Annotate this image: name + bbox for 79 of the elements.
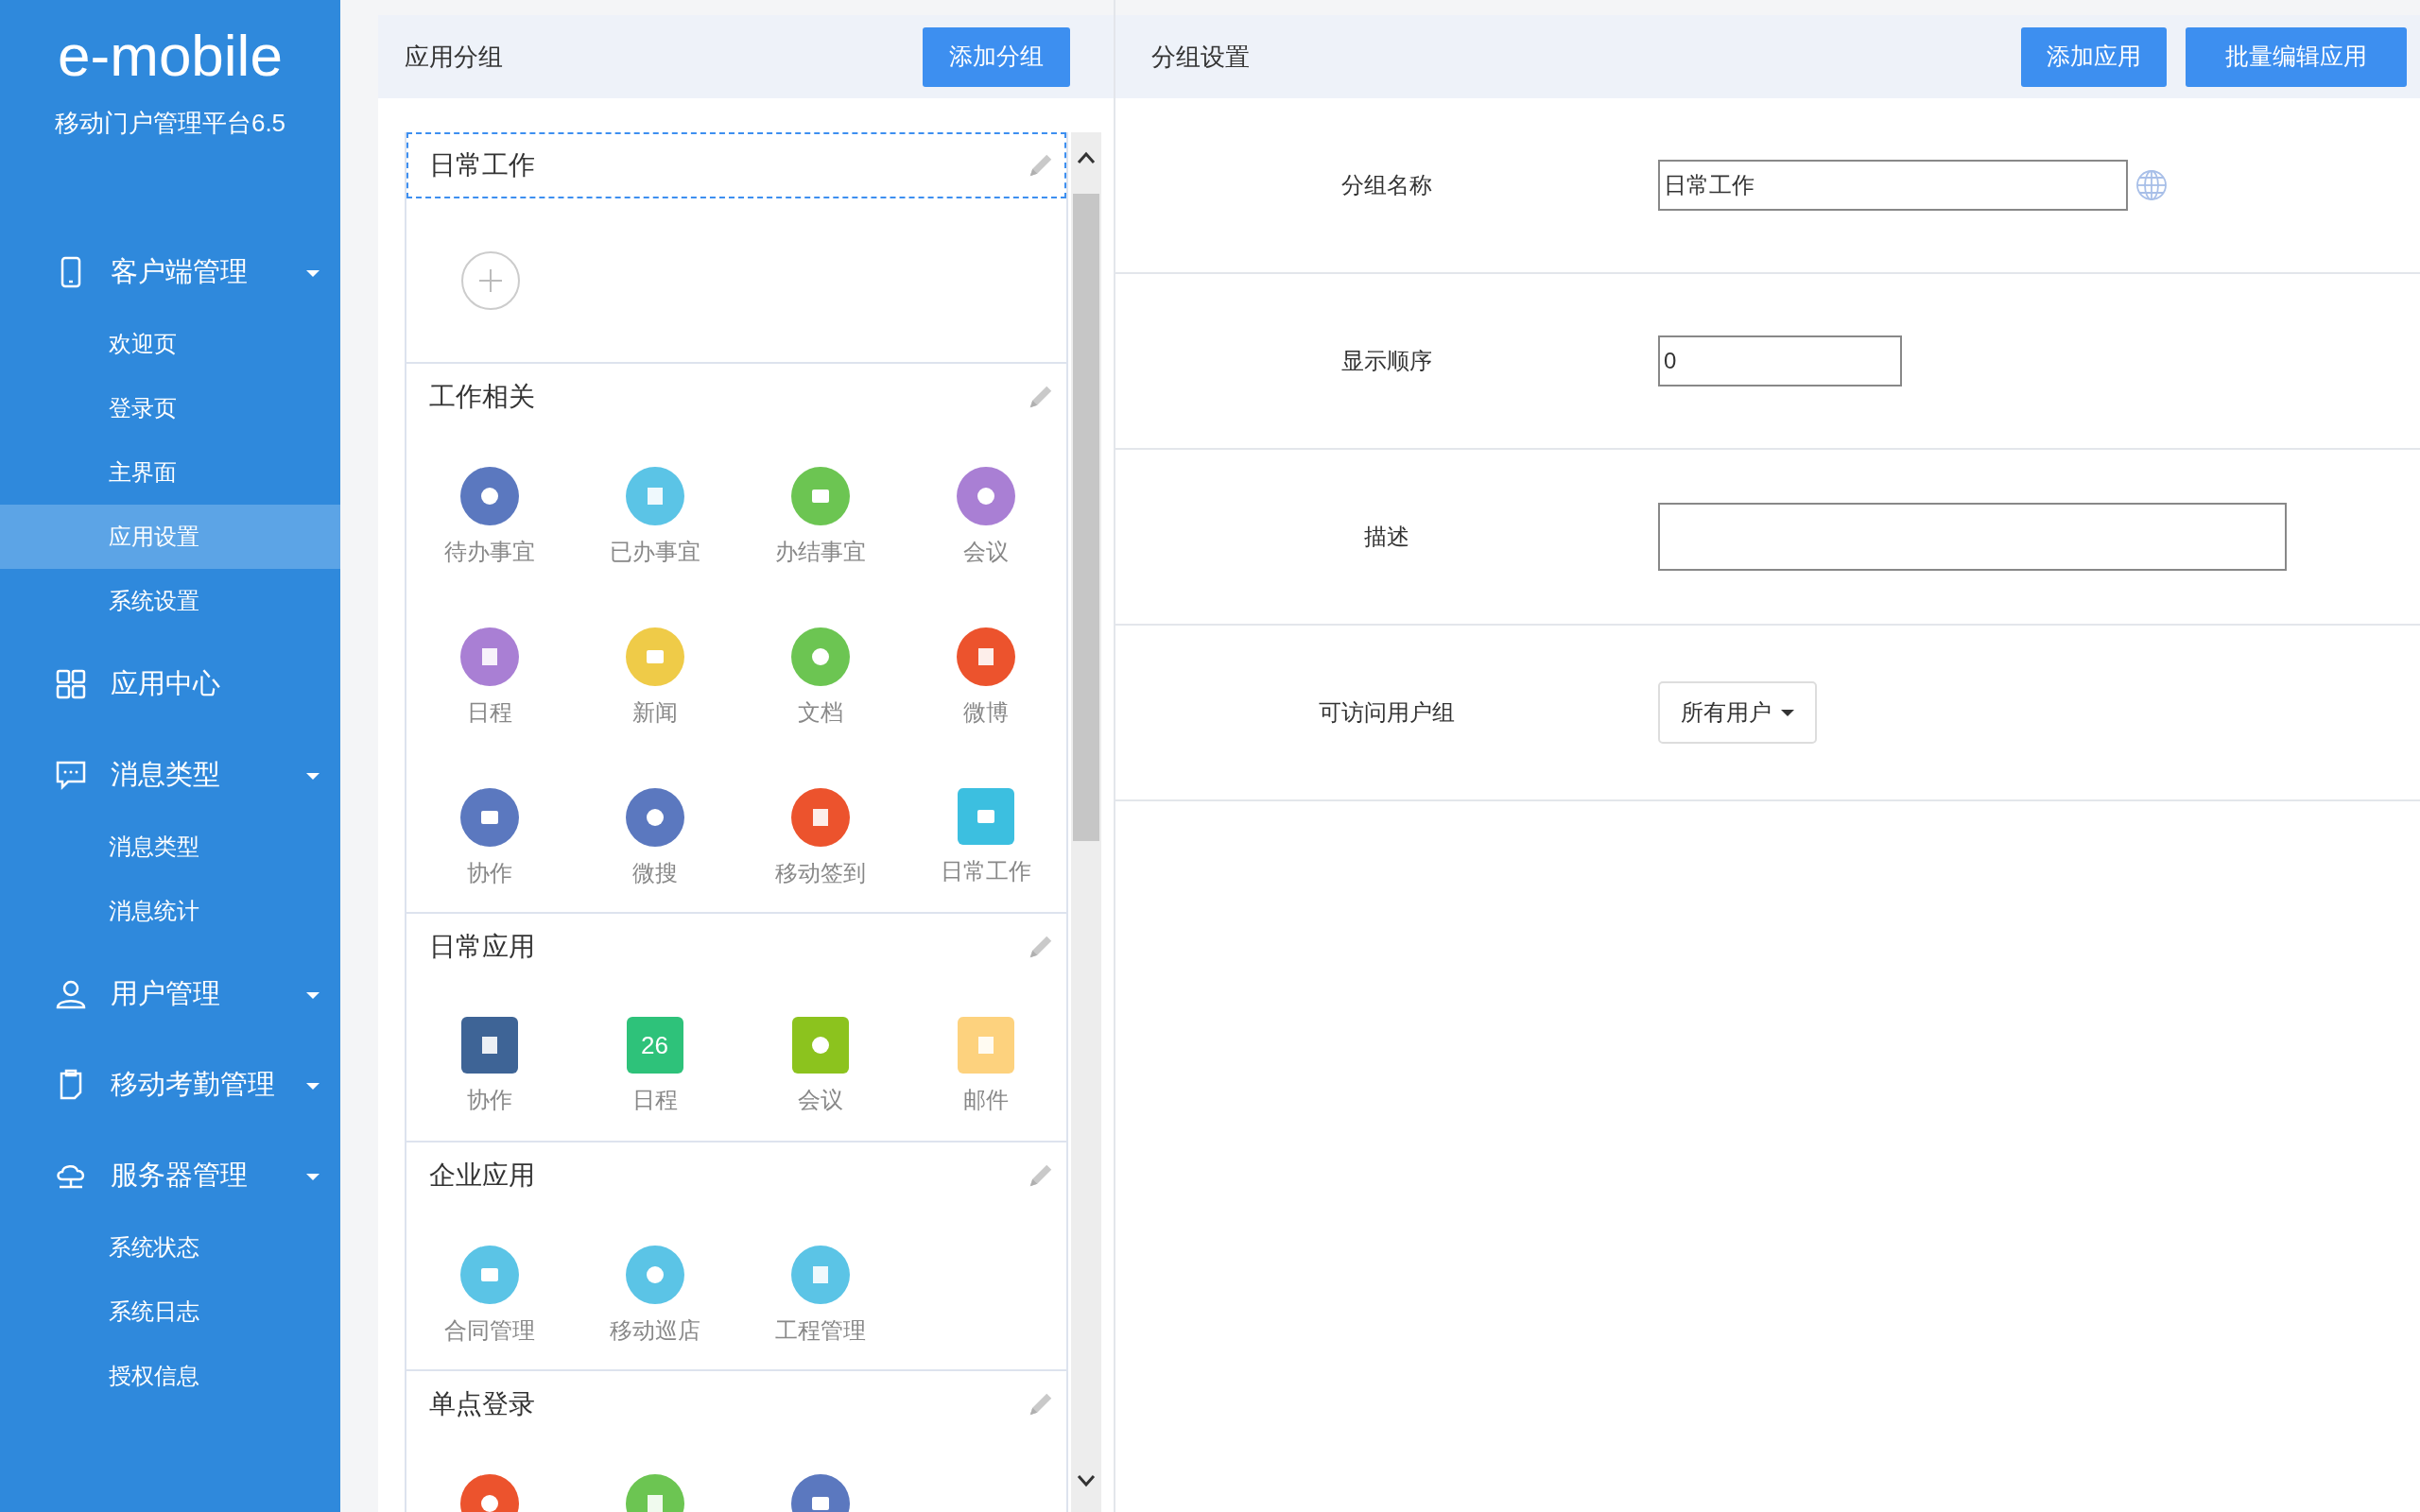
app-label: 会议 — [797, 1086, 843, 1114]
app-label: 协作 — [466, 1086, 512, 1114]
caret-icon — [306, 773, 320, 780]
app-label: 待办事宜 — [443, 538, 535, 566]
sidebar-subitem[interactable]: 授权信息 — [0, 1344, 340, 1408]
caret-icon — [306, 270, 320, 277]
app-label: 会议 — [962, 538, 1009, 566]
input-field[interactable] — [1658, 503, 2287, 571]
app-label: 文档 — [797, 698, 843, 727]
clipboard-icon — [59, 1069, 83, 1101]
app-label: 办结事宜 — [774, 538, 866, 566]
app-label: 合同管理 — [443, 1316, 535, 1345]
app-label: 日常工作 — [940, 857, 1031, 885]
sidebar-item[interactable]: 移动考勤管理 — [0, 1045, 340, 1125]
app-label: 日程 — [466, 698, 512, 727]
sidebar-item[interactable]: 服务器管理 — [0, 1136, 340, 1215]
batch-edit-button[interactable]: 批量编辑应用 — [2186, 26, 2407, 87]
group-header[interactable]: 日常应用 — [406, 914, 1066, 980]
sidebar-subitem[interactable]: 系统日志 — [0, 1280, 340, 1344]
sidebar-subitem[interactable]: 应用设置 — [0, 505, 340, 569]
app-icon[interactable]: 26 — [626, 1017, 683, 1074]
group-header[interactable]: 单点登录 — [406, 1371, 1066, 1437]
group-header[interactable]: 日常工作 — [406, 132, 1066, 198]
app-icon[interactable] — [460, 1017, 518, 1074]
field-label: 描述 — [1364, 523, 1409, 551]
sidebar-subitem[interactable]: 系统设置 — [0, 569, 340, 633]
app-label: 日程 — [631, 1086, 678, 1114]
group-header[interactable]: 工作相关 — [406, 364, 1066, 430]
field-label: 显示顺序 — [1341, 347, 1432, 375]
add-group-button[interactable]: 添加分组 — [923, 26, 1070, 87]
sidebar-item[interactable]: 应用中心 — [0, 644, 340, 724]
sidebar-subitem[interactable]: 消息统计 — [0, 879, 340, 943]
input-field[interactable]: 0 — [1658, 335, 1902, 387]
sidebar-item[interactable]: 用户管理 — [0, 954, 340, 1034]
app-label: 移动签到 — [774, 859, 866, 887]
sidebar-subitem[interactable]: 主界面 — [0, 440, 340, 505]
app-label: 邮件 — [962, 1086, 1009, 1114]
sidebar-item[interactable]: 消息类型 — [0, 735, 340, 815]
sidebar-subitem[interactable]: 欢迎页 — [0, 312, 340, 376]
scroll-down-icon[interactable] — [1077, 1474, 1096, 1487]
app-label: 微搜 — [631, 859, 678, 887]
input-field[interactable]: 日常工作 — [1658, 160, 2128, 211]
panel-title: 应用分组 — [405, 41, 503, 73]
add-app-button[interactable]: 添加应用 — [2021, 26, 2167, 87]
group-title: 日常应用 — [429, 931, 535, 963]
chat-icon — [55, 760, 87, 790]
sidebar-item[interactable]: 客户端管理 — [0, 232, 340, 312]
group-title: 单点登录 — [429, 1388, 535, 1420]
scrollbar[interactable] — [1071, 132, 1101, 1512]
caret-icon — [306, 992, 320, 999]
grid-icon — [56, 669, 86, 699]
caret-icon — [306, 1083, 320, 1090]
logo-subtitle: 移动门户管理平台6.5 — [54, 108, 286, 139]
logo: e-mobile — [58, 22, 283, 90]
app-label: 移动巡店 — [609, 1316, 700, 1345]
group-title: 工作相关 — [429, 381, 535, 413]
app-label: 新闻 — [631, 698, 678, 727]
scroll-up-icon[interactable] — [1077, 151, 1096, 164]
field-label: 可访问用户组 — [1319, 698, 1455, 727]
scrollbar-thumb[interactable] — [1073, 194, 1099, 841]
dropdown[interactable]: 所有用户 — [1658, 681, 1817, 744]
globe-icon[interactable] — [2135, 169, 2168, 201]
app-label: 已办事宜 — [609, 538, 700, 566]
app-label: 协作 — [466, 859, 512, 887]
panel-title: 分组设置 — [1151, 41, 1250, 73]
group-title: 日常工作 — [429, 149, 535, 181]
sidebar-subitem[interactable]: 系统状态 — [0, 1215, 340, 1280]
phone-icon — [60, 256, 81, 288]
group-header[interactable]: 企业应用 — [406, 1143, 1066, 1209]
caret-icon — [1781, 709, 1794, 716]
app-label: 微博 — [962, 698, 1009, 727]
sidebar-subitem[interactable]: 登录页 — [0, 376, 340, 440]
caret-icon — [306, 1174, 320, 1180]
user-icon — [55, 979, 87, 1009]
sidebar-subitem[interactable]: 消息类型 — [0, 815, 340, 879]
app-label: 工程管理 — [774, 1316, 866, 1345]
add-app-icon[interactable] — [461, 250, 520, 310]
group-title: 企业应用 — [429, 1160, 535, 1192]
field-label: 分组名称 — [1341, 171, 1432, 199]
